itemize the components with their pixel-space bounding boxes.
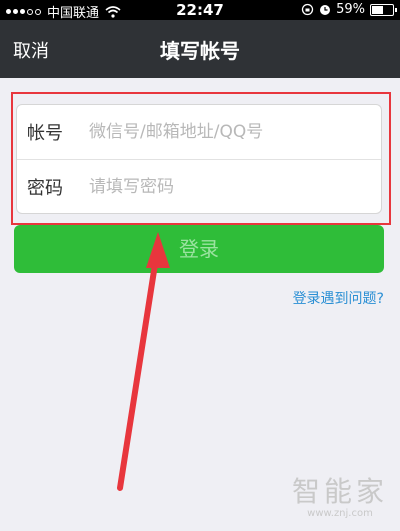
watermark-logo: 智能家 xyxy=(291,475,388,508)
login-button[interactable]: 登录 xyxy=(14,225,384,273)
page-title: 填写帐号 xyxy=(160,39,240,63)
status-bar: 中国联通 22:47 59% xyxy=(0,0,400,21)
alarm-icon xyxy=(320,4,331,15)
rotation-lock-icon xyxy=(301,3,314,16)
battery-icon xyxy=(370,3,397,16)
nav-bar: 取消 填写帐号 xyxy=(0,20,400,78)
watermark: 智能家 www.znj.com xyxy=(292,470,388,519)
login-help-link[interactable]: 登录遇到问题? xyxy=(293,288,384,308)
status-right: 59% xyxy=(301,2,397,17)
battery-percent: 59% xyxy=(336,2,365,17)
highlight-box xyxy=(11,92,391,225)
